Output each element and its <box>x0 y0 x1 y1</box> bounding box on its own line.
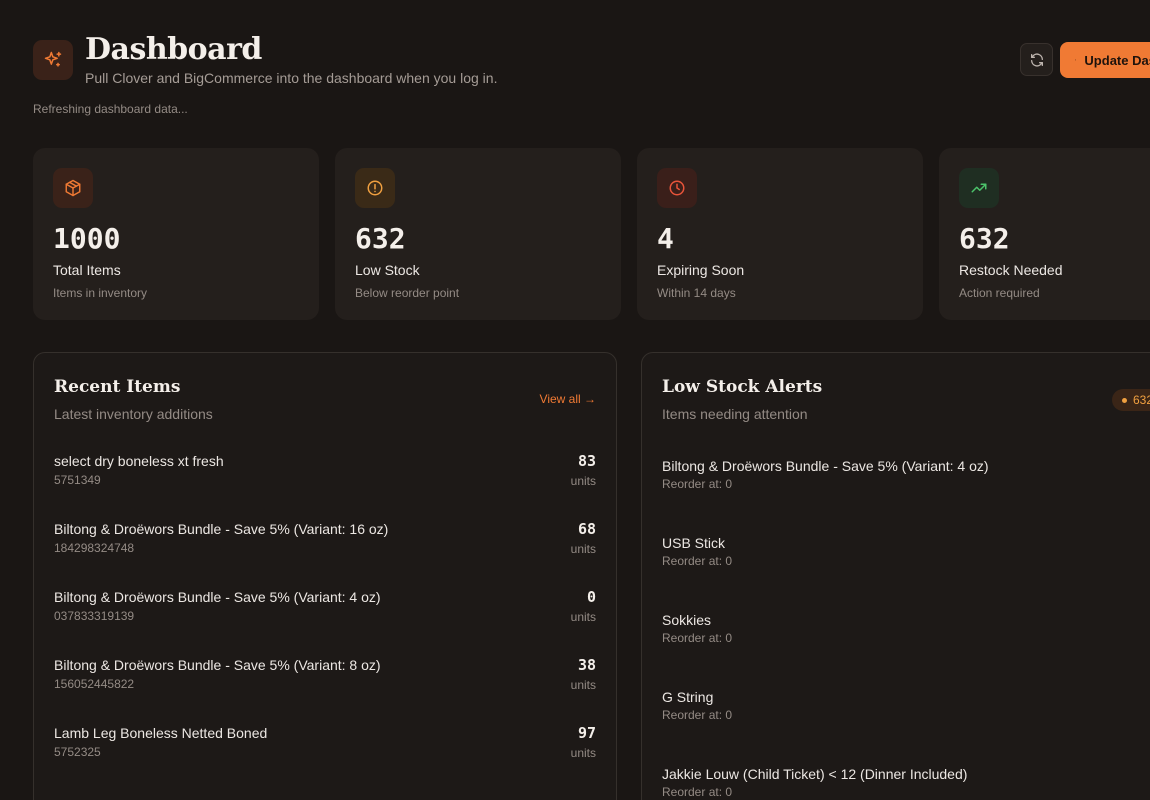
item-sku: 037833319139 <box>54 609 135 623</box>
item-quantity: 0 <box>586 588 596 606</box>
update-dashboard-button[interactable]: Update Dashboard <box>1060 42 1150 78</box>
item-quantity: 38 <box>577 656 596 674</box>
item-unit: units <box>570 678 596 692</box>
list-item[interactable]: Jakkie Louw (Child Ticket) < 12 (Dinner … <box>662 766 1150 800</box>
stat-card-low-stock: 632 Low Stock Below reorder point <box>335 148 621 320</box>
stat-label: Expiring Soon <box>657 262 745 278</box>
item-sku: 156052445822 <box>54 677 135 691</box>
stat-card-restock-needed: 632 Restock Needed Action required <box>939 148 1150 320</box>
stat-value: 632 <box>355 222 406 255</box>
item-name: Biltong & Droëwors Bundle - Save 5% (Var… <box>54 589 381 605</box>
update-dashboard-label: Update Dashboard <box>1084 52 1150 68</box>
alert-circle-icon <box>355 168 395 208</box>
item-unit: units <box>570 610 596 624</box>
box-icon <box>53 168 93 208</box>
panel-subtitle: Items needing attention <box>662 406 808 422</box>
stat-card-expiring-soon: 4 Expiring Soon Within 14 days <box>637 148 923 320</box>
stat-value: 632 <box>959 222 1010 255</box>
alert-reorder-point: Reorder at: 0 <box>662 708 733 722</box>
item-quantity: 83 <box>577 452 596 470</box>
badge-dot-icon <box>1122 397 1127 403</box>
refresh-status: Refreshing dashboard data... <box>33 102 188 116</box>
page-title: Dashboard <box>85 32 262 67</box>
stat-label: Total Items <box>53 262 121 278</box>
stat-label: Restock Needed <box>959 262 1063 278</box>
refresh-icon <box>1030 52 1043 67</box>
clock-icon <box>657 168 697 208</box>
view-all-link[interactable]: View all → <box>540 392 596 406</box>
item-sku: 5751349 <box>54 473 101 487</box>
alert-item-name: Sokkies <box>662 612 712 628</box>
item-sku: 5752325 <box>54 745 101 759</box>
list-item[interactable]: Biltong & Droëwors Bundle - Save 5% (Var… <box>662 458 1150 498</box>
stat-value: 1000 <box>53 222 121 255</box>
list-item[interactable]: G String Reorder at: 0 <box>662 689 1150 729</box>
stat-description: Below reorder point <box>355 286 460 300</box>
alert-count-badge: 632 <box>1112 389 1150 411</box>
item-name: Lamb Leg Boneless Netted Boned <box>54 725 268 741</box>
list-item[interactable]: Sokkies Reorder at: 0 <box>662 612 1150 652</box>
stat-card-total-items: 1000 Total Items Items in inventory <box>33 148 319 320</box>
alert-count: 632 <box>1133 393 1150 407</box>
stat-description: Action required <box>959 286 1040 300</box>
list-item[interactable]: select dry boneless xt fresh 5751349 83 … <box>54 452 596 505</box>
dashboard-page: Dashboard Pull Clover and BigCommerce in… <box>0 0 1150 800</box>
item-unit: units <box>570 542 596 556</box>
item-name: Biltong & Droëwors Bundle - Save 5% (Var… <box>54 521 389 537</box>
item-quantity: 68 <box>577 520 596 538</box>
item-name: select dry boneless xt fresh <box>54 453 224 469</box>
list-item[interactable]: Biltong & Droëwors Bundle - Save 5% (Var… <box>54 588 596 641</box>
stat-label: Low Stock <box>355 262 420 278</box>
item-unit: units <box>570 474 596 488</box>
stat-value: 4 <box>657 222 674 255</box>
stat-description: Within 14 days <box>657 286 736 300</box>
panel-title: Recent Items <box>54 377 181 397</box>
alert-item-name: Jakkie Louw (Child Ticket) < 12 (Dinner … <box>662 766 968 782</box>
recent-items-panel: Recent Items Latest inventory additions … <box>33 352 617 800</box>
refresh-icon <box>1075 59 1077 61</box>
alert-item-name: G String <box>662 689 714 705</box>
sparkles-icon <box>33 40 73 80</box>
alert-reorder-point: Reorder at: 0 <box>662 785 733 799</box>
alert-item-name: Biltong & Droëwors Bundle - Save 5% (Var… <box>662 458 989 474</box>
item-unit: units <box>570 746 596 760</box>
item-sku: 184298324748 <box>54 541 135 555</box>
refresh-button[interactable] <box>1020 43 1053 76</box>
panel-subtitle: Latest inventory additions <box>54 406 213 422</box>
trending-up-icon <box>959 168 999 208</box>
page-subtitle: Pull Clover and BigCommerce into the das… <box>85 70 498 86</box>
list-item[interactable]: USB Stick Reorder at: 0 <box>662 535 1150 575</box>
alert-reorder-point: Reorder at: 0 <box>662 554 733 568</box>
list-item[interactable]: Biltong & Droëwors Bundle - Save 5% (Var… <box>54 656 596 709</box>
alert-item-name: USB Stick <box>662 535 726 551</box>
item-name: Biltong & Droëwors Bundle - Save 5% (Var… <box>54 657 381 673</box>
alert-reorder-point: Reorder at: 0 <box>662 477 733 491</box>
list-item[interactable]: Biltong & Droëwors Bundle - Save 5% (Var… <box>54 520 596 573</box>
alert-reorder-point: Reorder at: 0 <box>662 631 733 645</box>
stat-description: Items in inventory <box>53 286 148 300</box>
low-stock-alerts-panel: Low Stock Alerts Items needing attention… <box>641 352 1150 800</box>
item-quantity: 97 <box>577 724 596 742</box>
panel-title: Low Stock Alerts <box>662 377 823 397</box>
list-item[interactable]: Lamb Leg Boneless Netted Boned 5752325 9… <box>54 724 596 777</box>
